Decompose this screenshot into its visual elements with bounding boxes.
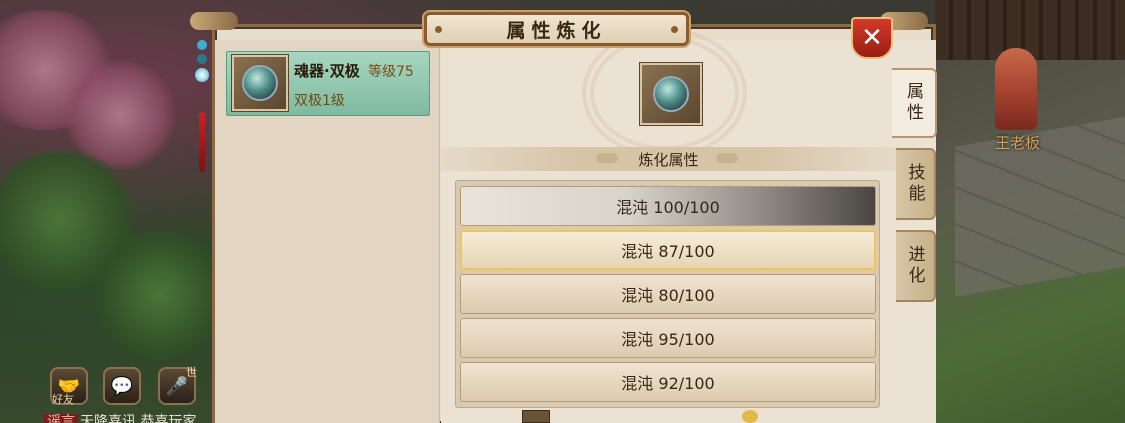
item-name: 魂器·双极 <box>294 62 360 80</box>
bush <box>90 230 212 360</box>
tab-label: 技能 <box>904 163 925 205</box>
tab-attributes[interactable]: 属性 <box>892 68 937 138</box>
friends-label: 好友 <box>52 393 74 406</box>
scene-left-garden <box>0 0 212 423</box>
close-button[interactable]: ✕ <box>851 17 893 59</box>
tassel-icon <box>199 112 205 172</box>
chat-button[interactable]: 💬 <box>103 367 141 405</box>
tab-skills[interactable]: 技能 <box>896 148 936 220</box>
selected-item-slot[interactable] <box>640 63 702 125</box>
section-header: 炼化属性 <box>441 147 896 171</box>
attribute-row[interactable]: 混沌 80/100 <box>460 274 876 314</box>
close-icon: ✕ <box>861 23 883 53</box>
npc-character[interactable] <box>995 48 1037 130</box>
microphone-icon: 🎤 <box>165 375 189 397</box>
chat-bubble-icon: 💬 <box>110 375 134 397</box>
title-dot-icon <box>435 26 442 33</box>
cloud-ornament-icon <box>716 153 738 163</box>
tab-label: 属性 <box>903 82 923 124</box>
chat-message[interactable]: 谣言 天降喜讯 恭喜玩家 <box>44 411 212 423</box>
chat-channel-tag: 谣言 <box>44 414 78 423</box>
world-channel-badge: 世 <box>186 366 197 379</box>
attribute-row[interactable]: 混沌 92/100 <box>460 362 876 402</box>
attribute-row[interactable]: 混沌 87/100 <box>460 230 876 270</box>
item-slot <box>232 55 288 111</box>
cost-item-icon <box>522 410 550 423</box>
attribute-row-label: 混沌 87/100 <box>621 242 715 261</box>
building-wall <box>935 0 1125 60</box>
window-title: 属性炼化 <box>506 19 607 42</box>
attribute-row[interactable]: 混沌 100/100 <box>460 186 876 226</box>
charm-ornament <box>195 40 209 172</box>
attribute-row[interactable]: 混沌 95/100 <box>460 318 876 358</box>
chat-text: 天降喜讯 恭喜玩家 <box>80 414 197 423</box>
bead-icon <box>197 40 207 50</box>
cloud-ornament-icon <box>596 153 618 163</box>
attribute-row-label: 混沌 92/100 <box>621 374 715 393</box>
attribute-row-label: 混沌 100/100 <box>616 198 720 217</box>
corner-ornament <box>190 12 238 30</box>
attribute-row-label: 混沌 80/100 <box>621 286 715 305</box>
soul-orb-icon <box>242 65 278 101</box>
item-sub-level: 双极1级 <box>294 93 345 109</box>
section-title: 炼化属性 <box>638 150 699 169</box>
bead-icon <box>197 54 207 64</box>
window-title-bar: 属性炼化 <box>424 12 689 46</box>
tab-label: 进化 <box>904 245 925 287</box>
attribute-row-label: 混沌 95/100 <box>621 330 715 349</box>
pearl-icon <box>195 68 209 82</box>
item-level: 等级75 <box>368 64 414 80</box>
title-dot-icon <box>671 26 678 33</box>
soul-orb-icon <box>653 76 689 112</box>
npc-name-label: 王老板 <box>994 134 1040 152</box>
tab-evolve[interactable]: 进化 <box>896 230 936 302</box>
coin-icon <box>742 410 758 423</box>
